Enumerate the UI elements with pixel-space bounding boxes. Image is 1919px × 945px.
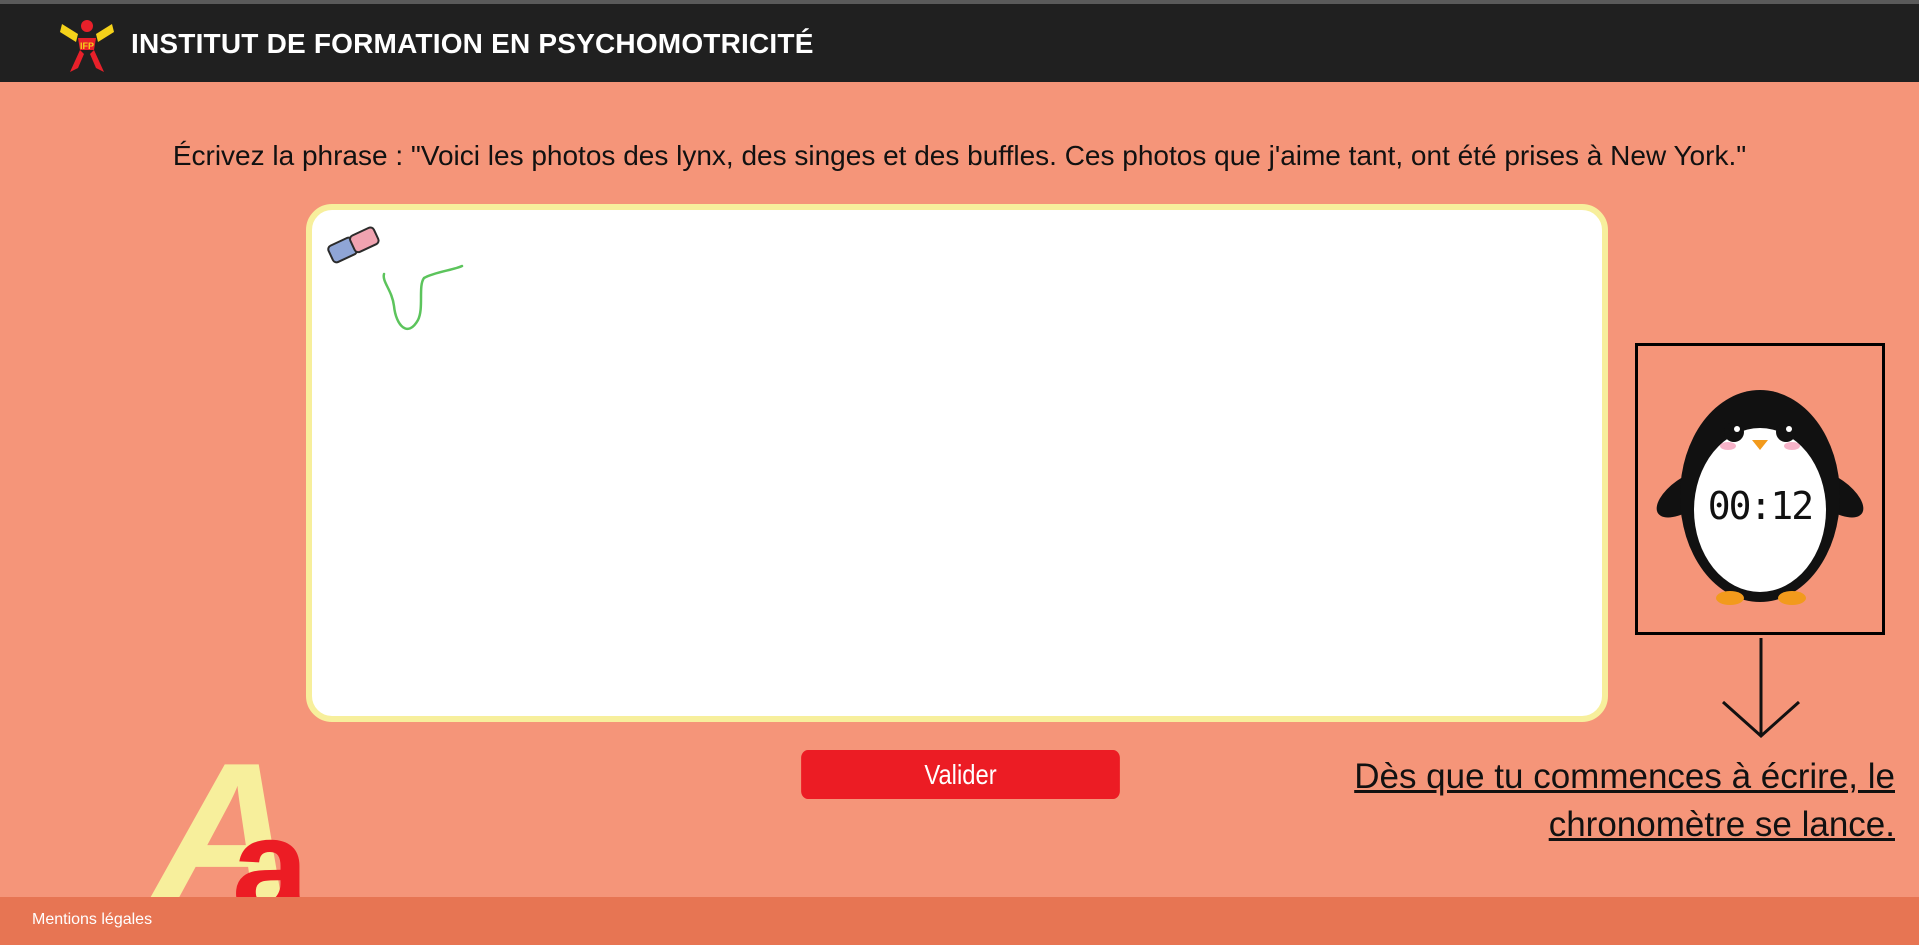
writing-canvas[interactable] <box>306 204 1608 722</box>
site-title: INSTITUT DE FORMATION EN PSYCHOMOTRICITÉ <box>131 28 814 59</box>
eraser-icon[interactable] <box>324 222 382 266</box>
site-header: IFP INSTITUT DE FORMATION EN PSYCHOMOTRI… <box>0 4 1919 82</box>
ifp-logo-icon[interactable]: IFP <box>56 16 118 74</box>
aa-letters-logo: A a <box>150 742 310 898</box>
legal-notice-link[interactable]: Mentions légales <box>32 911 152 929</box>
hint-line-1: Dès que tu commences à écrire, le <box>1354 757 1895 796</box>
arrow-down-icon <box>1721 638 1801 739</box>
timer-panel: 00:12 <box>1635 343 1885 635</box>
logo-text: IFP <box>80 41 94 51</box>
instruction-text: Écrivez la phrase : "Voici les photos de… <box>172 140 1747 171</box>
timer-display: 00:12 <box>1707 484 1814 528</box>
timer-hint: Dès que tu commences à écrire, le chrono… <box>1295 753 1895 849</box>
handwriting-stroke <box>382 264 464 330</box>
small-letter-a: a <box>232 790 310 898</box>
hint-line-2: chronomètre se lance. <box>1548 805 1895 844</box>
site-footer: Mentions légales <box>0 897 1919 945</box>
validate-button[interactable]: Valider <box>801 750 1120 799</box>
